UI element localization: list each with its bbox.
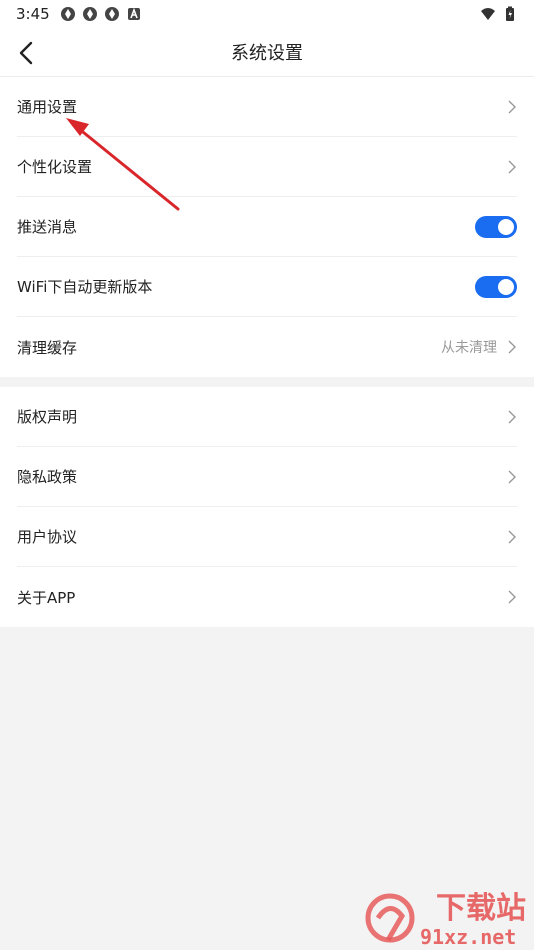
chevron-right-icon [508, 410, 516, 423]
chevron-right-icon [508, 340, 516, 354]
row-label: 推送消息 [17, 218, 78, 236]
settings-group-main: 通用设置 个性化设置 推送消息 WiFi下自动更新版本 清理缓存 从未清理 [0, 77, 534, 377]
settings-group-info: 版权声明 隐私政策 用户协议 关于APP [0, 387, 534, 627]
row-label: WiFi下自动更新版本 [17, 278, 153, 296]
row-clear-cache[interactable]: 清理缓存 从未清理 [17, 317, 517, 377]
watermark-site: 下载站 [436, 891, 526, 926]
page-title: 系统设置 [231, 43, 303, 64]
row-about-app[interactable]: 关于APP [17, 567, 517, 627]
push-toggle[interactable] [475, 215, 517, 238]
site-watermark: 下载站 91xz.net [365, 891, 526, 949]
chevron-right-icon [508, 470, 516, 483]
app-notification-icon [104, 7, 119, 21]
row-label: 版权声明 [17, 408, 78, 426]
row-label: 用户协议 [17, 528, 78, 546]
row-label: 通用设置 [17, 98, 78, 116]
toggle-knob [498, 218, 514, 235]
chevron-right-icon [508, 160, 516, 173]
row-general-settings[interactable]: 通用设置 [17, 77, 517, 137]
a-badge-icon [127, 7, 140, 20]
app-notification-icon [60, 7, 75, 21]
system-icons [480, 6, 518, 22]
row-copyright[interactable]: 版权声明 [17, 387, 517, 447]
battery-icon [506, 6, 514, 21]
notification-icons [60, 6, 142, 22]
row-wifi-auto-update: WiFi下自动更新版本 [17, 257, 517, 317]
chevron-right-icon [508, 100, 516, 113]
app-notification-icon [82, 7, 97, 21]
row-label: 清理缓存 [17, 338, 78, 357]
row-personalization[interactable]: 个性化设置 [17, 137, 517, 197]
chevron-right-icon [508, 530, 516, 543]
row-push-messages: 推送消息 [17, 197, 517, 257]
wifi-icon [481, 8, 495, 20]
toggle-knob [498, 278, 514, 295]
row-label: 关于APP [17, 588, 76, 607]
back-arrow-icon[interactable] [14, 40, 40, 66]
app-header: 系统设置 [0, 28, 534, 77]
row-label: 隐私政策 [17, 468, 78, 486]
row-label: 个性化设置 [17, 158, 93, 176]
watermark-domain: 91xz.net [420, 925, 516, 949]
status-time: 3:45 [16, 5, 50, 23]
row-privacy-policy[interactable]: 隐私政策 [17, 447, 517, 507]
wifi-update-toggle[interactable] [475, 275, 517, 298]
chevron-right-icon [508, 590, 516, 604]
status-bar: 3:45 [0, 0, 534, 28]
cache-status: 从未清理 [441, 340, 497, 356]
row-user-agreement[interactable]: 用户协议 [17, 507, 517, 567]
